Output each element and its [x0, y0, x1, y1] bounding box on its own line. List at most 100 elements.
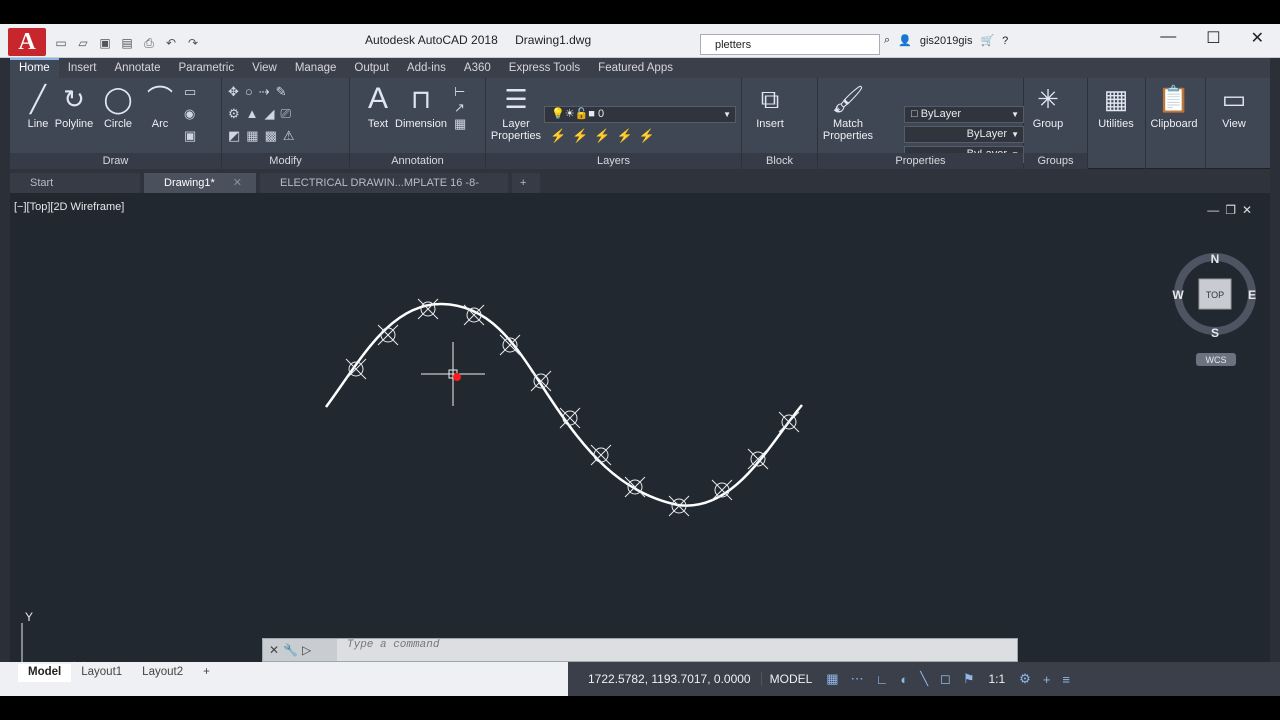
- tab-a360[interactable]: A360: [455, 58, 500, 78]
- customize-icon[interactable]: ≡: [1056, 672, 1076, 687]
- annotation-icon[interactable]: ⚑: [957, 671, 981, 687]
- view-label: View: [1222, 118, 1246, 130]
- cart-icon[interactable]: 🛒: [980, 34, 994, 47]
- tab-addins[interactable]: Add-ins: [398, 58, 455, 78]
- open-icon[interactable]: ▱: [74, 34, 92, 52]
- new-tab-button[interactable]: +: [512, 173, 540, 193]
- tab-model[interactable]: Model: [18, 664, 72, 682]
- undo-icon[interactable]: ↶: [162, 34, 180, 52]
- cursor-red-marker: [453, 373, 461, 381]
- doc-tab-label: Drawing1*: [164, 177, 215, 189]
- maximize-icon[interactable]: ☐: [1206, 28, 1220, 48]
- command-line-controls[interactable]: ✕🔧▷: [263, 639, 337, 661]
- tab-featured-apps[interactable]: Featured Apps: [589, 58, 682, 78]
- minimize-icon[interactable]: —: [1160, 28, 1176, 48]
- save-icon[interactable]: ▣: [96, 34, 114, 52]
- tab-manage[interactable]: Manage: [286, 58, 346, 78]
- snap-icon[interactable]: ⋯: [845, 671, 870, 687]
- clipboard-button[interactable]: 📋 Clipboard: [1146, 82, 1202, 130]
- color-dropdown[interactable]: □ ByLayer ▼: [904, 106, 1024, 123]
- annotation-scale[interactable]: 1:1: [980, 672, 1013, 686]
- annotation-panel-label[interactable]: Annotation: [350, 153, 485, 169]
- hatch-icon[interactable]: ◉: [184, 106, 201, 122]
- layer-dropdown[interactable]: 💡☀🔓■ 0 ▼: [544, 106, 736, 123]
- block-panel-label[interactable]: Block: [742, 153, 817, 169]
- linetype-dropdown[interactable]: ByLayer ▼: [904, 126, 1024, 143]
- draw-panel-label[interactable]: Draw: [10, 153, 221, 169]
- redo-icon[interactable]: ↷: [184, 34, 202, 52]
- drawing-area[interactable]: [−][Top][2D Wireframe] —❐✕ Y TOP N S E W…: [10, 193, 1270, 662]
- save-as-icon[interactable]: ▤: [118, 34, 136, 52]
- viewcube-east: E: [1248, 288, 1256, 302]
- status-tray: 1722.5782, 1193.7017, 0.0000 MODEL ▦ ⋯ ∟…: [568, 662, 1280, 696]
- help-icon[interactable]: ?: [1002, 35, 1008, 47]
- add-layout-button[interactable]: +: [193, 664, 220, 682]
- view-panel: ▭ View: [1206, 78, 1262, 169]
- ucs-y-label: Y: [25, 610, 33, 624]
- viewcube[interactable]: TOP N S E W WCS: [1172, 252, 1256, 366]
- cursor-coordinates[interactable]: 1722.5782, 1193.7017, 0.0000: [568, 672, 761, 686]
- modify-row-3-icons[interactable]: ◩▦▩⚠: [228, 128, 301, 144]
- view-icon: ▭: [1221, 84, 1247, 114]
- new-icon[interactable]: ▭: [52, 34, 70, 52]
- gear-icon[interactable]: ⚙: [1013, 671, 1037, 687]
- tab-view[interactable]: View: [243, 58, 286, 78]
- plus-icon[interactable]: +: [1037, 672, 1057, 687]
- polar-icon[interactable]: ◐: [894, 672, 914, 687]
- groups-panel-label[interactable]: Groups: [1024, 153, 1087, 169]
- annotation-small-icons[interactable]: ⊢ ↗ ▦: [454, 84, 485, 132]
- model-space-button[interactable]: MODEL: [760, 672, 821, 686]
- arc-button[interactable]: ⌒ Arc: [132, 82, 188, 130]
- osnap-icon[interactable]: ◻: [934, 671, 957, 687]
- tab-layout1[interactable]: Layout1: [71, 664, 132, 682]
- insert-button[interactable]: ⧉ Insert: [742, 82, 798, 130]
- group-button[interactable]: ✳ Group: [1028, 82, 1068, 130]
- utilities-label: Utilities: [1098, 118, 1134, 130]
- chevron-down-icon: ▼: [1011, 110, 1019, 119]
- command-input[interactable]: Type a command: [341, 639, 439, 661]
- quick-access-toolbar: ▭ ▱ ▣ ▤ ⎙ ↶ ↷: [52, 34, 202, 54]
- utilities-button[interactable]: ▦ Utilities: [1088, 82, 1144, 130]
- doc-tab-electrical[interactable]: ELECTRICAL DRAWIN...MPLATE 16 -8-2022*✕: [260, 173, 508, 209]
- search-input[interactable]: pletters: [700, 34, 880, 55]
- application-menu-button[interactable]: A: [8, 28, 46, 56]
- rectangle-icon[interactable]: ▭: [184, 84, 202, 100]
- grid-icon[interactable]: ▦: [820, 671, 844, 687]
- match-properties-button[interactable]: 🖌 Match Properties: [818, 82, 878, 142]
- sine-curve[interactable]: [324, 302, 803, 507]
- modify-panel-label[interactable]: Modify: [222, 153, 349, 169]
- window-title: Autodesk AutoCAD 2018 Drawing1.dwg: [365, 33, 605, 47]
- properties-panel-label[interactable]: Properties: [818, 153, 1023, 169]
- properties-panel: 🖌Match Properties □ ByLayer▼ ByLayer▼ By…: [818, 78, 1024, 169]
- user-name[interactable]: gis2019gis: [920, 35, 973, 47]
- close-icon[interactable]: ✕: [233, 177, 242, 189]
- layer-properties-button[interactable]: ☰ Layer Properties: [486, 82, 546, 142]
- clipboard-label: Clipboard: [1150, 118, 1198, 130]
- tab-output[interactable]: Output: [345, 58, 398, 78]
- view-button[interactable]: ▭ View: [1206, 82, 1262, 130]
- tab-express-tools[interactable]: Express Tools: [500, 58, 589, 78]
- isodraft-icon[interactable]: ╲: [914, 671, 934, 687]
- tab-parametric[interactable]: Parametric: [170, 58, 244, 78]
- region-icon[interactable]: ▣: [184, 128, 202, 144]
- calculator-icon: ▦: [1103, 84, 1129, 114]
- modify-row-2-icons[interactable]: ⚙▲◢⎚: [228, 106, 297, 122]
- layers-panel-label[interactable]: Layers: [486, 153, 741, 169]
- ortho-icon[interactable]: ∟: [870, 672, 895, 687]
- doc-tab-start[interactable]: Start: [10, 173, 140, 193]
- group-label: Group: [1032, 118, 1064, 130]
- print-icon[interactable]: ⎙: [140, 34, 158, 52]
- tab-insert[interactable]: Insert: [59, 58, 106, 78]
- binoculars-icon[interactable]: ⌕: [884, 34, 890, 47]
- command-line[interactable]: ✕🔧▷ Type a command: [262, 638, 1018, 662]
- doc-tab-drawing1[interactable]: Drawing1* ✕: [144, 173, 256, 193]
- layer-properties-icon: ☰: [504, 84, 528, 114]
- modify-row-1-icons[interactable]: ✥○⇢✎: [228, 84, 293, 100]
- dimension-button[interactable]: ⊓ Dimension: [390, 82, 452, 130]
- tab-layout2[interactable]: Layout2: [132, 664, 193, 682]
- layout-tabs: Model Layout1 Layout2 +: [18, 664, 220, 682]
- close-icon[interactable]: ✕: [1251, 28, 1264, 48]
- tab-annotate[interactable]: Annotate: [105, 58, 169, 78]
- layer-tool-icons[interactable]: ⚡⚡⚡⚡⚡: [550, 128, 661, 144]
- tab-home[interactable]: Home: [10, 58, 59, 78]
